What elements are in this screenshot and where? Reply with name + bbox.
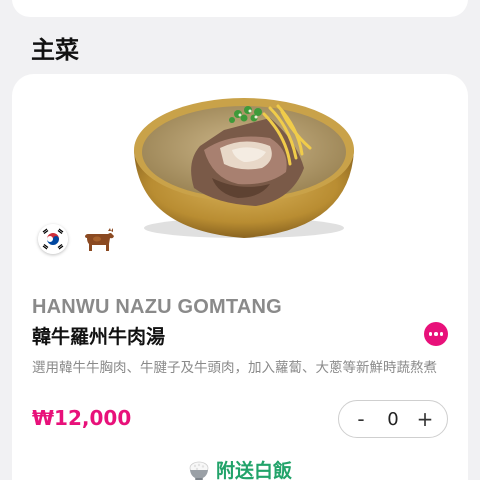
more-dot-icon — [434, 332, 438, 336]
section-title: 主菜 — [31, 36, 79, 64]
previous-card — [12, 0, 468, 17]
quantity-stepper: - 0 + — [338, 400, 448, 438]
item-name-english: HANWU NAZU GOMTANG — [32, 296, 282, 318]
quantity-value: 0 — [387, 408, 399, 430]
cow-icon — [85, 228, 114, 251]
decrease-quantity-button[interactable]: - — [351, 407, 371, 431]
increase-quantity-button[interactable]: + — [415, 407, 435, 431]
side-dish-label: 附送白飯 — [216, 460, 293, 480]
dish-image — [134, 98, 354, 238]
more-dot-icon — [428, 332, 433, 336]
menu-item-card[interactable]: HANWU NAZU GOMTANG 韓牛羅州牛肉湯 選用韓牛牛胸肉、牛腱子及牛… — [12, 74, 468, 480]
korea-flag-icon — [38, 224, 68, 254]
side-dish-note: 附送白飯 — [188, 456, 292, 480]
more-options-button[interactable] — [424, 322, 448, 346]
item-description: 選用韓牛牛胸肉、牛腱子及牛頭肉，加入蘿蔔、大蔥等新鮮時蔬熬煮 — [32, 360, 437, 376]
rice-bowl-icon — [189, 461, 209, 480]
item-name-chinese: 韓牛羅州牛肉湯 — [32, 326, 166, 348]
item-price: ₩12,000 — [32, 406, 132, 430]
more-dot-icon — [439, 332, 444, 336]
